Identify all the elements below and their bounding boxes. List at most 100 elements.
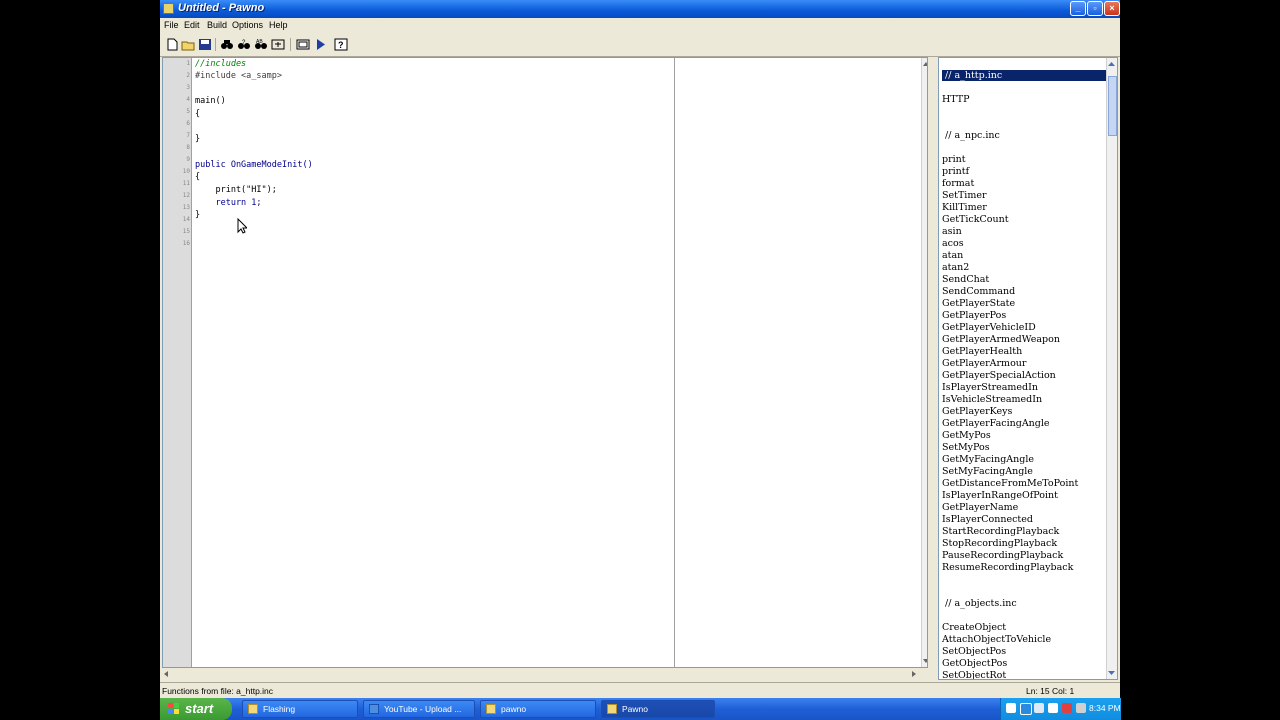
function-item[interactable]: PauseRecordingPlayback (942, 550, 1063, 561)
functions-list-panel[interactable]: // a_http.inc HTTP // a_npc.inc print pr… (938, 57, 1118, 680)
run-icon[interactable] (314, 38, 328, 51)
code-editor[interactable]: 1 2 3 4 5 6 7 8 9 10 11 12 13 14 15 16 /… (162, 57, 928, 668)
function-item[interactable]: ResumeRecordingPlayback (942, 562, 1073, 573)
taskbar-item-pawno-app[interactable]: Pawno (601, 700, 715, 718)
function-item[interactable]: GetTickCount (942, 214, 1009, 225)
replace-icon[interactable]: AB (254, 38, 268, 51)
menu-build[interactable]: Build (207, 20, 227, 30)
scroll-right-arrow-icon[interactable] (910, 670, 918, 678)
code-line: #include <a_samp> (195, 71, 282, 81)
security-icon[interactable] (1062, 703, 1072, 713)
task-label: Flashing (263, 704, 296, 714)
network-icon[interactable] (1020, 703, 1032, 715)
title-bar[interactable]: Untitled - Pawno _ ▫ × (160, 0, 1120, 18)
function-item[interactable]: GetPlayerName (942, 502, 1018, 513)
scroll-down-arrow-icon[interactable] (922, 657, 928, 665)
close-button[interactable]: × (1104, 1, 1120, 16)
code-line: //includes (195, 59, 247, 69)
help-icon[interactable]: ? (334, 38, 348, 51)
function-item[interactable]: GetPlayerArmour (942, 358, 1026, 369)
status-message: Functions from file: a_http.inc (162, 686, 274, 696)
function-item[interactable]: GetPlayerArmedWeapon (942, 334, 1060, 345)
function-item[interactable]: acos (942, 238, 964, 249)
menu-file[interactable]: File (164, 20, 179, 30)
menu-edit[interactable]: Edit (184, 20, 200, 30)
menu-help[interactable]: Help (269, 20, 288, 30)
start-button[interactable]: start (160, 698, 232, 720)
function-item[interactable]: GetPlayerSpecialAction (942, 370, 1056, 381)
scroll-up-arrow-icon[interactable] (922, 60, 928, 68)
code-line: print("HI"); (195, 185, 277, 195)
task-label: YouTube - Upload ... (384, 704, 462, 714)
editor-vertical-scrollbar[interactable] (921, 58, 928, 667)
function-item[interactable]: StopRecordingPlayback (942, 538, 1057, 549)
toolbar-separator (215, 38, 216, 51)
function-item[interactable]: format (942, 178, 974, 189)
function-item[interactable]: GetPlayerState (942, 298, 1015, 309)
function-item[interactable]: HTTP (942, 94, 970, 105)
function-item[interactable]: SetMyFacingAngle (942, 466, 1033, 477)
maximize-button[interactable]: ▫ (1087, 1, 1103, 16)
function-item[interactable]: SendChat (942, 274, 989, 285)
function-item[interactable]: IsPlayerStreamedIn (942, 382, 1038, 393)
line-number: 11 (182, 180, 190, 187)
function-item[interactable]: GetMyPos (942, 430, 991, 441)
save-icon[interactable] (198, 38, 212, 51)
line-number: 7 (186, 132, 190, 139)
function-item[interactable]: print (942, 154, 966, 165)
include-header[interactable]: // a_objects.inc (942, 598, 1106, 609)
function-item[interactable]: atan (942, 250, 963, 261)
function-item[interactable]: IsVehicleStreamedIn (942, 394, 1042, 405)
volume-icon[interactable] (1048, 703, 1058, 713)
function-item[interactable]: SetMyPos (942, 442, 990, 453)
compile-icon[interactable] (296, 38, 310, 51)
function-item[interactable]: SetObjectPos (942, 646, 1006, 657)
open-icon[interactable] (181, 38, 195, 51)
taskbar-item-youtube[interactable]: YouTube - Upload ... (363, 700, 475, 718)
function-item[interactable]: atan2 (942, 262, 969, 273)
help-tray-icon[interactable] (1006, 703, 1016, 713)
find-next-icon[interactable]: ? (237, 38, 251, 51)
function-item[interactable]: AttachObjectToVehicle (942, 634, 1051, 645)
function-item[interactable]: SetObjectRot (942, 670, 1006, 679)
minimize-button[interactable]: _ (1070, 1, 1086, 16)
folder-icon (248, 704, 258, 714)
function-item[interactable]: asin (942, 226, 962, 237)
function-item[interactable]: SetTimer (942, 190, 987, 201)
find-icon[interactable] (220, 38, 234, 51)
function-item[interactable]: StartRecordingPlayback (942, 526, 1059, 537)
function-item[interactable]: printf (942, 166, 969, 177)
goto-icon[interactable] (271, 38, 285, 51)
line-number: 3 (186, 84, 190, 91)
taskbar-item-pawno-folder[interactable]: pawno (480, 700, 596, 718)
menu-options[interactable]: Options (232, 20, 263, 30)
function-item[interactable]: GetDistanceFromMeToPoint (942, 478, 1078, 489)
taskbar-item-flashing[interactable]: Flashing (242, 700, 358, 718)
function-item[interactable]: CreateObject (942, 622, 1006, 633)
line-number: 9 (186, 156, 190, 163)
function-item[interactable]: GetPlayerVehicleID (942, 322, 1036, 333)
function-item[interactable]: IsPlayerInRangeOfPoint (942, 490, 1058, 501)
function-item[interactable]: IsPlayerConnected (942, 514, 1033, 525)
scroll-left-arrow-icon[interactable] (162, 670, 170, 678)
scroll-down-arrow-icon[interactable] (1107, 669, 1116, 677)
include-header-selected[interactable]: // a_http.inc (942, 70, 1106, 81)
function-item[interactable]: GetPlayerHealth (942, 346, 1022, 357)
function-item[interactable]: GetMyFacingAngle (942, 454, 1034, 465)
function-item[interactable]: GetPlayerKeys (942, 406, 1012, 417)
scroll-thumb[interactable] (1108, 76, 1117, 136)
function-item[interactable]: GetPlayerPos (942, 310, 1006, 321)
include-header[interactable]: // a_npc.inc (942, 130, 1106, 141)
function-item[interactable]: GetPlayerFacingAngle (942, 418, 1050, 429)
function-item[interactable]: SendCommand (942, 286, 1015, 297)
panel-splitter[interactable] (930, 57, 938, 680)
function-item[interactable]: KillTimer (942, 202, 987, 213)
device-icon[interactable] (1076, 703, 1086, 713)
editor-horizontal-scrollbar[interactable] (160, 668, 930, 680)
functions-scrollbar[interactable] (1106, 58, 1117, 679)
new-icon[interactable] (165, 38, 179, 51)
display-icon[interactable] (1034, 703, 1044, 713)
scroll-up-arrow-icon[interactable] (1107, 60, 1116, 68)
function-item[interactable]: GetObjectPos (942, 658, 1007, 669)
pawno-app-icon (163, 3, 174, 14)
